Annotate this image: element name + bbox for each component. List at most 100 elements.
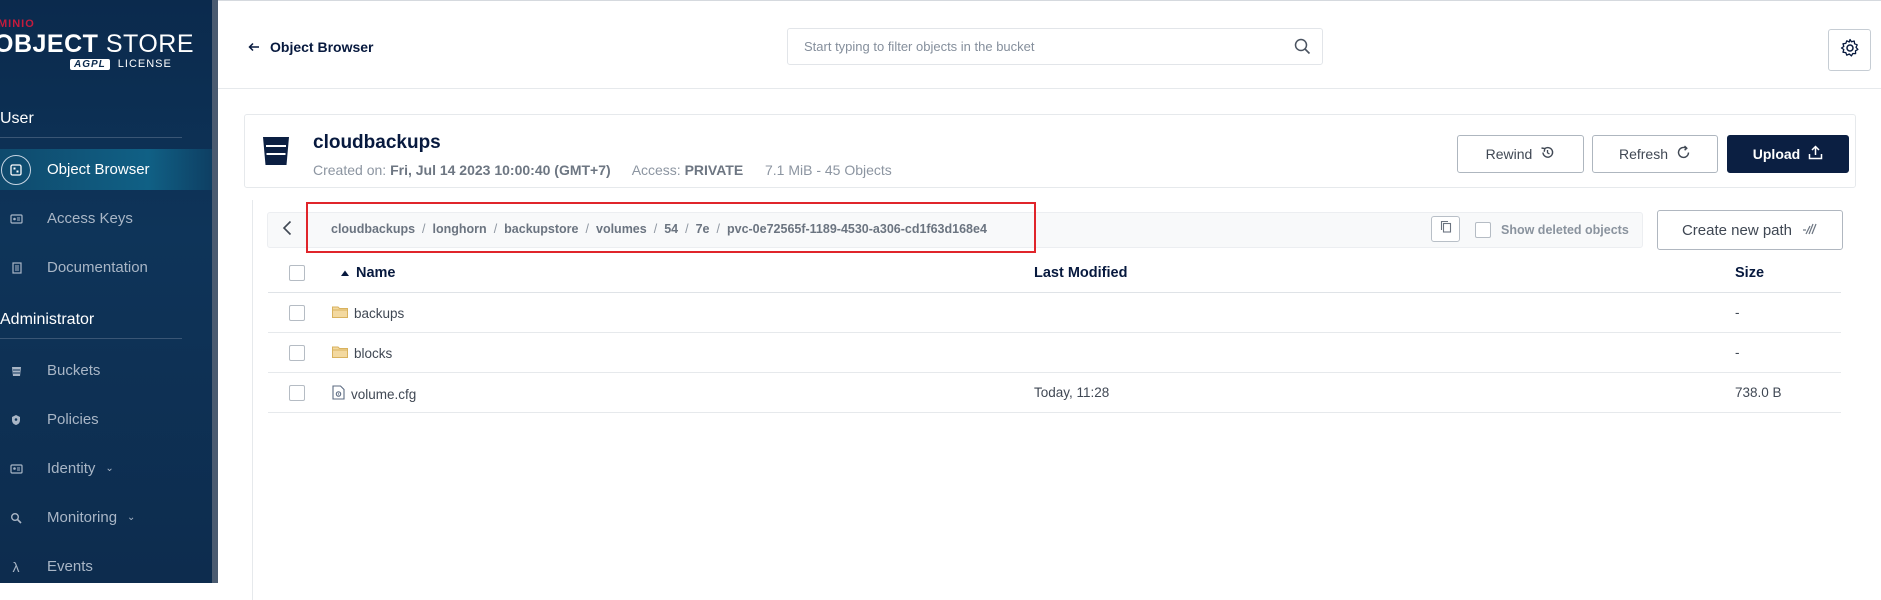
object-name[interactable]: backups [332,305,404,321]
monitoring-icon [1,503,31,533]
folder-icon [332,345,348,361]
section-administrator: Administrator [0,311,95,328]
policies-icon [1,405,31,435]
show-deleted-checkbox[interactable] [1475,222,1491,238]
section-user: User [0,110,34,127]
column-header-size[interactable]: Size [1735,265,1764,281]
search-placeholder: Start typing to filter objects in the bu… [804,39,1035,54]
config-file-icon [332,385,345,403]
section-divider [0,338,182,339]
chevron-left-icon [282,220,292,241]
settings-button[interactable] [1828,29,1871,71]
back-to-object-browser-link[interactable]: Object Browser [248,39,373,55]
row-checkbox[interactable] [289,305,305,321]
sidebar-item-object-browser[interactable]: Object Browser [0,149,212,190]
sidebar-item-buckets[interactable]: Buckets [0,350,212,391]
buckets-icon [1,356,31,386]
history-icon [1540,145,1555,163]
create-path-label: Create new path [1681,221,1793,239]
sidebar-item-policies[interactable]: Policies [0,399,212,440]
license-label: LICENSE [117,58,172,70]
sidebar: MINIO OBJECT STORE AGPL LICENSE User Obj… [0,0,217,583]
identity-icon [1,454,31,484]
bucket-name: cloudbackups [313,132,441,153]
table-row[interactable]: backups - [268,293,1841,333]
sort-ascending-icon [340,265,350,281]
bucket-meta: Created on: Fri, Jul 14 2023 10:00:40 (G… [313,162,892,178]
header: Object Browser Start typing to filter ob… [218,5,1881,89]
copy-path-button[interactable] [1431,216,1460,242]
arrow-left-icon [248,39,260,55]
agpl-badge: AGPL [70,58,110,70]
column-header-name-label: Name [356,265,396,281]
sidebar-item-documentation[interactable]: Documentation [0,247,212,288]
sidebar-item-label: Policies [47,411,99,428]
access-keys-icon [1,204,31,234]
table-row[interactable]: volume.cfg Today, 11:28 738.0 B [268,373,1841,413]
column-header-name[interactable]: Name [340,265,396,281]
back-label: Object Browser [270,39,374,55]
object-browser-icon [1,154,31,185]
sidebar-item-label: Events [47,558,93,575]
select-all-checkbox[interactable] [289,265,305,281]
section-divider [0,137,182,138]
sidebar-item-label: Object Browser [47,161,150,178]
highlight-annotation-box [306,202,1036,253]
rewind-button[interactable]: Rewind [1457,135,1584,173]
object-name-label: backups [354,305,405,321]
table-row[interactable]: blocks - [268,333,1841,373]
path-back-button[interactable] [280,218,294,242]
object-size: - [1735,345,1740,360]
upload-label: Upload [1752,146,1801,162]
bucket-info-card: cloudbackups Created on: Fri, Jul 14 202… [244,114,1856,188]
access-label: Access: [631,162,681,178]
access-value: PRIVATE [684,162,744,178]
refresh-label: Refresh [1618,146,1669,162]
created-label: Created on: [313,162,387,178]
object-name[interactable]: blocks [332,345,392,361]
column-header-last-modified[interactable]: Last Modified [1034,265,1127,281]
new-path-icon [1802,222,1818,239]
created-value: Fri, Jul 14 2023 10:00:40 (GMT+7) [390,162,611,178]
object-name[interactable]: volume.cfg [332,385,416,403]
sidebar-item-monitoring[interactable]: Monitoring ⌄ [0,497,212,538]
folder-icon [332,305,348,321]
chevron-down-icon[interactable]: ⌄ [105,463,113,474]
show-deleted-toggle[interactable]: Show deleted objects [1475,222,1629,238]
object-name-label: blocks [354,345,393,361]
refresh-icon [1676,145,1691,163]
row-checkbox[interactable] [289,385,305,401]
object-filter-input[interactable]: Start typing to filter objects in the bu… [787,28,1323,65]
object-size: 738.0 B [1735,385,1782,400]
search-icon[interactable] [1282,38,1322,55]
sidebar-item-label: Identity [47,460,96,477]
sidebar-item-label: Access Keys [47,210,133,227]
bucket-icon [262,135,290,172]
license-logo: AGPL LICENSE [70,58,172,70]
gear-icon [1840,38,1860,63]
sidebar-item-events[interactable]: λ Events [0,546,212,583]
sidebar-item-label: Monitoring [47,509,118,526]
upload-button[interactable]: Upload [1727,135,1849,173]
product-logo[interactable]: OBJECT STORE [0,30,194,59]
sidebar-item-access-keys[interactable]: Access Keys [0,198,212,239]
create-new-path-button[interactable]: Create new path [1657,210,1843,250]
chevron-down-icon[interactable]: ⌄ [127,512,135,523]
bucket-usage: 7.1 MiB - 45 Objects [764,162,892,178]
brand-logo-text: MINIO [0,18,35,30]
sidebar-item-identity[interactable]: Identity ⌄ [0,448,212,489]
object-size: - [1735,305,1740,320]
lambda-icon: λ [12,558,20,575]
table-header-row: Name Last Modified Size [268,255,1841,293]
object-modified: Today, 11:28 [1034,385,1110,400]
rewind-label: Rewind [1485,146,1533,162]
objects-table: Name Last Modified Size backups - blocks… [268,255,1841,413]
refresh-button[interactable]: Refresh [1592,135,1718,173]
copy-icon [1440,220,1452,238]
documentation-icon [1,253,31,283]
sidebar-item-label: Documentation [47,259,148,276]
object-name-label: volume.cfg [351,386,417,402]
row-checkbox[interactable] [289,345,305,361]
upload-icon [1808,145,1823,163]
sidebar-item-label: Buckets [47,362,101,379]
